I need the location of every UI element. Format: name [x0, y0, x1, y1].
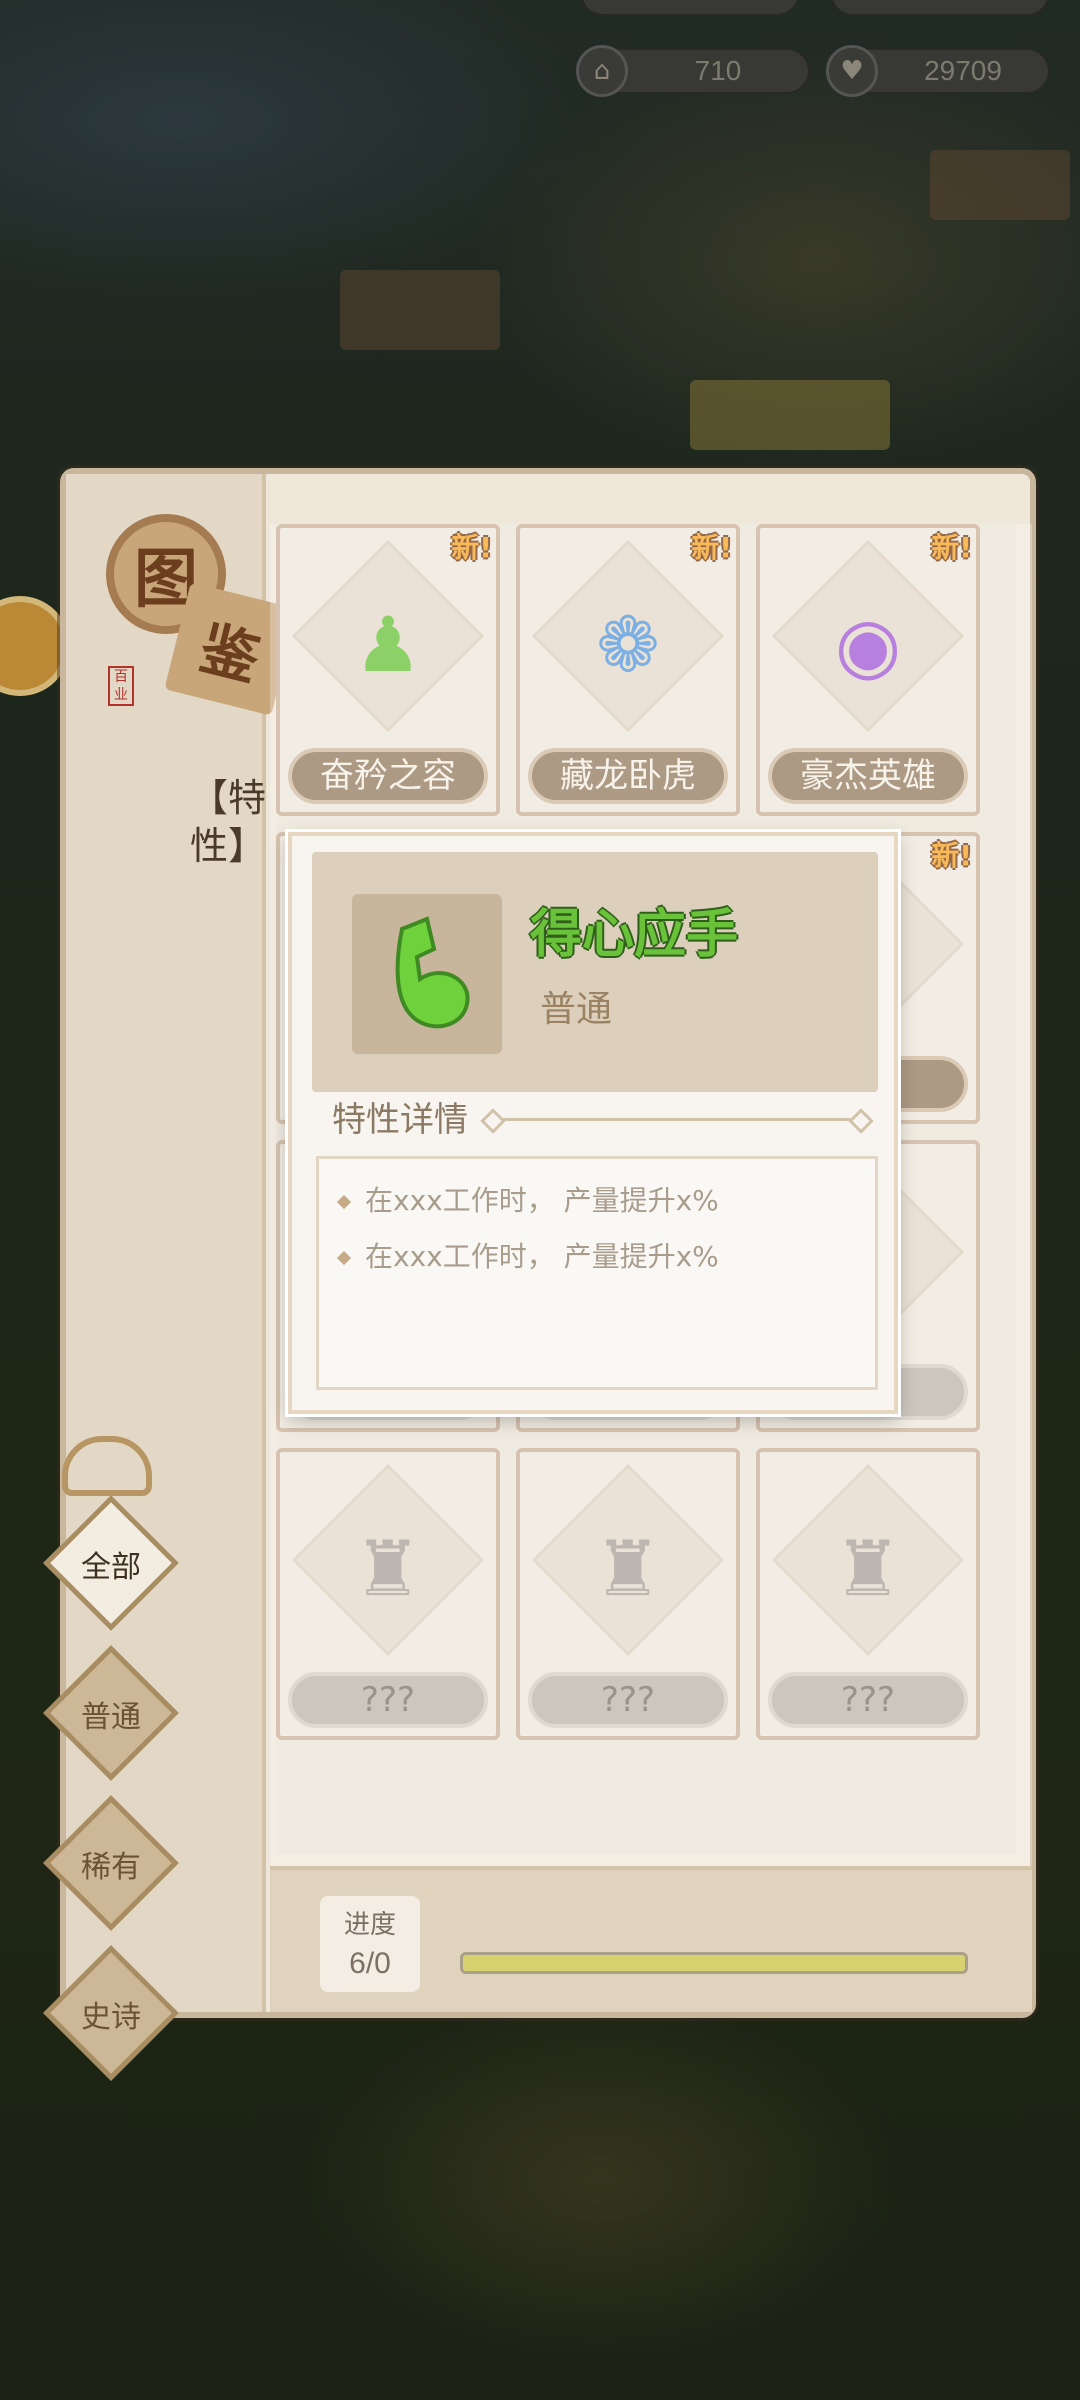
trait-description-box: 在xxx工作时， 产量提升x% 在xxx工作时， 产量提升x%	[316, 1156, 878, 1390]
handbook-sidebar: 图 鉴 百业 【特性】	[66, 474, 298, 2012]
filter-label: 稀有	[81, 1850, 141, 1885]
rarity-filter-tab[interactable]: 史诗	[43, 1945, 179, 2081]
flexed-arm-icon	[352, 894, 502, 1054]
hay-field	[690, 380, 890, 450]
building-resource-bar[interactable]: ⌂ 710	[576, 45, 810, 97]
temple-icon: ⌂	[576, 45, 628, 97]
trait-rarity: 普通	[540, 989, 613, 1030]
trait-details-heading: 特性详情	[332, 1100, 468, 1140]
building-resource-value: 710	[694, 55, 742, 86]
trait-detail-popup[interactable]: 得心应手 普通 特性详情 在xxx工作时， 产量提升x% 在xxx工作时， 产量…	[288, 832, 898, 1414]
category-label: 【特性】	[190, 776, 267, 868]
heart-resource-bar[interactable]: ♥ 29709	[826, 45, 1050, 97]
top-resource-bar-partial	[830, 0, 1050, 16]
trait-detail-item: 在xxx工作时， 产量提升x%	[319, 1229, 875, 1285]
top-resource-bar-partial	[580, 0, 800, 16]
heart-icon: ♥	[826, 45, 878, 97]
rarity-filter-tab[interactable]: 稀有	[43, 1795, 179, 1931]
filter-label: 普通	[81, 1700, 141, 1735]
rarity-filter-tab[interactable]: 全部	[43, 1495, 179, 1631]
filter-label: 全部	[81, 1550, 141, 1585]
market-stall	[930, 150, 1070, 220]
market-stall	[340, 270, 500, 350]
trait-title: 得心应手	[530, 904, 739, 965]
heart-resource-value: 29709	[924, 55, 1002, 86]
section-divider	[492, 1118, 862, 1121]
popup-header: 得心应手 普通	[312, 852, 878, 1092]
rarity-filter-tab[interactable]: 普通	[43, 1645, 179, 1781]
red-stamp: 百业	[108, 666, 134, 706]
filter-label: 史诗	[81, 2000, 141, 2035]
trait-detail-item: 在xxx工作时， 产量提升x%	[319, 1173, 875, 1229]
